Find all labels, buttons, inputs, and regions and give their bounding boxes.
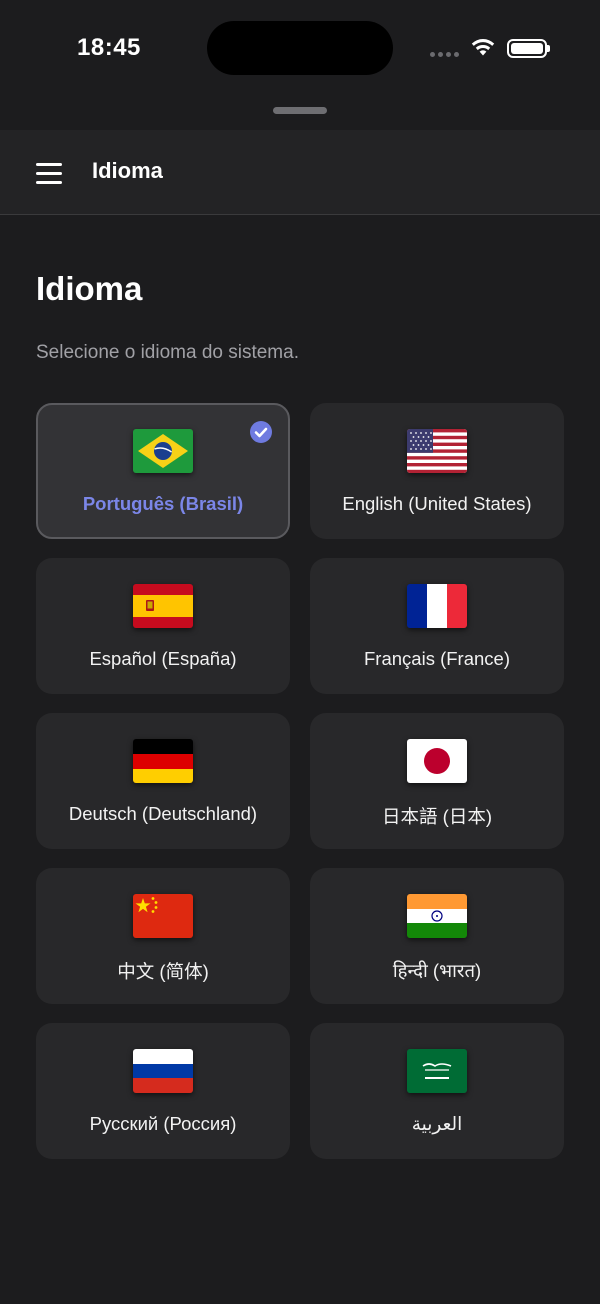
language-card-en-us[interactable]: English (United States) (310, 403, 564, 539)
language-label: Español (España) (89, 648, 237, 669)
language-card-ja-jp[interactable]: 日本語 (日本) (310, 713, 564, 849)
cellular-signal-icon (430, 52, 460, 58)
dynamic-island (207, 21, 393, 75)
russia-flag-icon (133, 1049, 193, 1093)
status-bar: 18:45 (0, 0, 600, 96)
germany-flag-icon (133, 739, 193, 783)
page-title: Idioma (36, 270, 143, 307)
language-label: 日本語 (日本) (382, 806, 492, 827)
checkmark-icon (250, 421, 272, 443)
france-flag-icon (407, 584, 467, 628)
language-card-de-de[interactable]: Deutsch (Deutschland) (36, 713, 290, 849)
language-card-zh-cn[interactable]: 中文 (简体) (36, 868, 290, 1004)
wifi-icon (470, 37, 496, 62)
language-label: Deutsch (Deutschland) (68, 803, 258, 824)
spain-flag-icon (133, 584, 193, 628)
language-card-hi-in[interactable]: हिन्दी (भारत) (310, 868, 564, 1004)
language-grid: Português (Brasil) English (United State… (36, 403, 564, 1159)
language-card-fr-fr[interactable]: Français (France) (310, 558, 564, 694)
language-card-ru-ru[interactable]: Русский (Россия) (36, 1023, 290, 1159)
brazil-flag-icon (133, 429, 193, 473)
saudi-arabia-flag-icon (407, 1049, 467, 1093)
language-label: 中文 (简体) (117, 961, 209, 982)
china-flag-icon (133, 894, 193, 938)
language-label: Русский (Россия) (89, 1113, 237, 1134)
battery-icon (507, 39, 550, 58)
page-subtitle: Selecione o idioma do sistema. (36, 342, 299, 363)
language-label: हिन्दी (भारत) (392, 960, 482, 981)
sheet-grabber-handle[interactable] (273, 107, 327, 114)
screen: 18:45 Idioma Idioma Selecione o idioma d… (0, 0, 600, 1304)
language-label: English (United States) (342, 493, 532, 514)
hamburger-icon[interactable] (30, 158, 70, 188)
usa-flag-icon (407, 429, 467, 473)
app-header: Idioma (0, 130, 600, 215)
header-title: Idioma (92, 158, 163, 183)
language-label: Français (France) (364, 648, 510, 669)
india-flag-icon (407, 894, 467, 938)
language-card-ar[interactable]: العربية (310, 1023, 564, 1159)
language-card-pt-br[interactable]: Português (Brasil) (36, 403, 290, 539)
language-label: Português (Brasil) (82, 493, 244, 514)
language-label: العربية (411, 1113, 463, 1134)
japan-flag-icon (407, 739, 467, 783)
status-time: 18:45 (77, 34, 141, 61)
language-card-es-es[interactable]: Español (España) (36, 558, 290, 694)
